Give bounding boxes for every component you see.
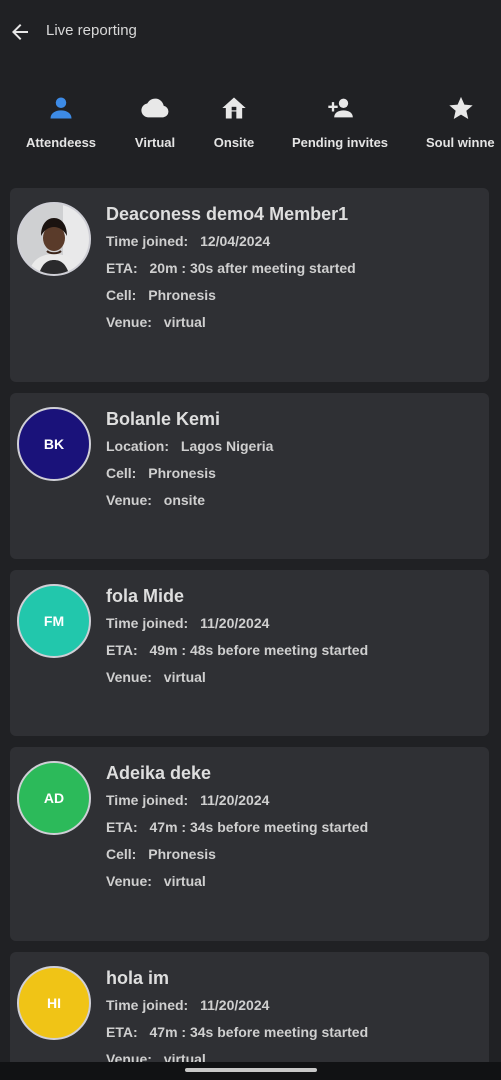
row-value: 47m : 34s before meeting started [149, 1024, 369, 1040]
tab-pending-invites[interactable]: Pending invites [285, 92, 395, 156]
tab-label: Pending invites [291, 135, 389, 150]
info-row-time-joined: Time joined: 11/20/2024 [106, 792, 269, 808]
row-key: Time joined: [106, 233, 189, 249]
row-value: 11/20/2024 [200, 615, 270, 631]
row-value: 49m : 48s before meeting started [149, 642, 369, 658]
add-person-icon [328, 98, 353, 118]
avatar: HI [17, 966, 91, 1040]
page-title: Live reporting [46, 22, 137, 39]
info-row-venue: Venue: virtual [106, 873, 206, 889]
row-value: virtual [163, 1051, 206, 1062]
info-row-eta: ETA: 47m : 34s before meeting started [106, 1024, 368, 1040]
avatar-initials: HI [47, 995, 61, 1011]
row-value: Phronesis [148, 846, 216, 862]
info-row-venue: Venue: virtual [106, 669, 206, 685]
arrow-left-icon[interactable] [8, 20, 32, 44]
row-value: Lagos Nigeria [180, 438, 274, 454]
avatar [17, 202, 91, 276]
member-card[interactable]: FM fola Mide Time joined: 11/20/2024 ETA… [10, 570, 489, 736]
row-key: Cell: [106, 287, 137, 303]
info-row-time-joined: Time joined: 11/20/2024 [106, 997, 269, 1013]
member-name: Adeika deke [106, 763, 212, 783]
row-key: Venue: [106, 873, 152, 889]
row-value: virtual [163, 873, 206, 889]
info-row-cell: Cell: Phronesis [106, 846, 216, 862]
info-row-venue: Venue: virtual [106, 1051, 206, 1062]
info-row-cell: Cell: Phronesis [106, 287, 216, 303]
row-key: Venue: [106, 1051, 152, 1062]
tab-label: Attendeess [25, 135, 97, 150]
row-value: 47m : 34s before meeting started [149, 819, 369, 835]
info-row-time-joined: Time joined: 12/04/2024 [106, 233, 270, 249]
home-indicator[interactable] [185, 1068, 317, 1072]
tab-label: Onsite [213, 135, 255, 150]
info-row-eta: ETA: 49m : 48s before meeting started [106, 642, 368, 658]
row-value: virtual [163, 669, 206, 685]
row-key: Location: [106, 438, 169, 454]
profile-photo [19, 204, 89, 274]
row-value: 11/20/2024 [200, 997, 270, 1013]
avatar-initials: AD [43, 790, 65, 806]
tab-label: Soul winne [426, 135, 495, 150]
member-name: hola im [106, 968, 170, 988]
row-key: ETA: [106, 642, 138, 658]
row-value: 20m : 30s after meeting started [149, 260, 356, 276]
row-value: 11/20/2024 [200, 792, 270, 808]
member-card[interactable]: AD Adeika deke Time joined: 11/20/2024 E… [10, 747, 489, 941]
row-value: 12/04/2024 [200, 233, 271, 249]
tab-attendees[interactable]: Attendeess [18, 92, 104, 156]
tab-label: Virtual [134, 135, 176, 150]
member-name: fola Mide [106, 586, 185, 606]
row-value: virtual [163, 314, 206, 330]
info-row-venue: Venue: onsite [106, 492, 205, 508]
cloud-icon [141, 98, 169, 118]
row-value: onsite [163, 492, 206, 508]
row-value: Phronesis [148, 287, 216, 303]
info-row-eta: ETA: 47m : 34s before meeting started [106, 819, 368, 835]
tab-onsite[interactable]: Onsite [202, 92, 266, 156]
row-key: ETA: [106, 260, 138, 276]
avatar-initials: FM [43, 613, 65, 629]
info-row-eta: ETA: 20m : 30s after meeting started [106, 260, 356, 276]
info-row-time-joined: Time joined: 11/20/2024 [106, 615, 269, 631]
info-row-cell: Cell: Phronesis [106, 465, 216, 481]
row-key: Time joined: [106, 997, 189, 1013]
row-key: Venue: [106, 492, 152, 508]
row-key: Time joined: [106, 792, 189, 808]
avatar-initials: BK [43, 436, 65, 452]
info-row-location: Location: Lagos Nigeria [106, 438, 273, 454]
member-card[interactable]: Deaconess demo4 Member1 Time joined: 12/… [10, 188, 489, 382]
row-key: Venue: [106, 314, 152, 330]
person-icon [50, 97, 72, 119]
avatar: BK [17, 407, 91, 481]
row-key: ETA: [106, 1024, 138, 1040]
member-name: Deaconess demo4 Member1 [106, 204, 349, 224]
tab-soul-winners[interactable]: Soul winne [420, 92, 501, 156]
member-card[interactable]: HI hola im Time joined: 11/20/2024 ETA: … [10, 952, 489, 1062]
member-card[interactable]: BK Bolanle Kemi Location: Lagos Nigeria … [10, 393, 489, 559]
member-name: Bolanle Kemi [106, 409, 221, 429]
row-key: Cell: [106, 846, 137, 862]
info-row-venue: Venue: virtual [106, 314, 206, 330]
app-bar: Live reporting [0, 0, 501, 62]
home-icon [222, 97, 246, 119]
avatar: FM [17, 584, 91, 658]
row-key: Time joined: [106, 615, 189, 631]
tab-virtual[interactable]: Virtual [122, 92, 188, 156]
row-key: Venue: [106, 669, 152, 685]
filter-tabs: Attendeess Virtual Onsite Pending invite… [0, 92, 501, 156]
avatar: AD [17, 761, 91, 835]
row-key: Cell: [106, 465, 137, 481]
row-value: Phronesis [148, 465, 216, 481]
star-icon [448, 96, 473, 119]
row-key: ETA: [106, 819, 138, 835]
